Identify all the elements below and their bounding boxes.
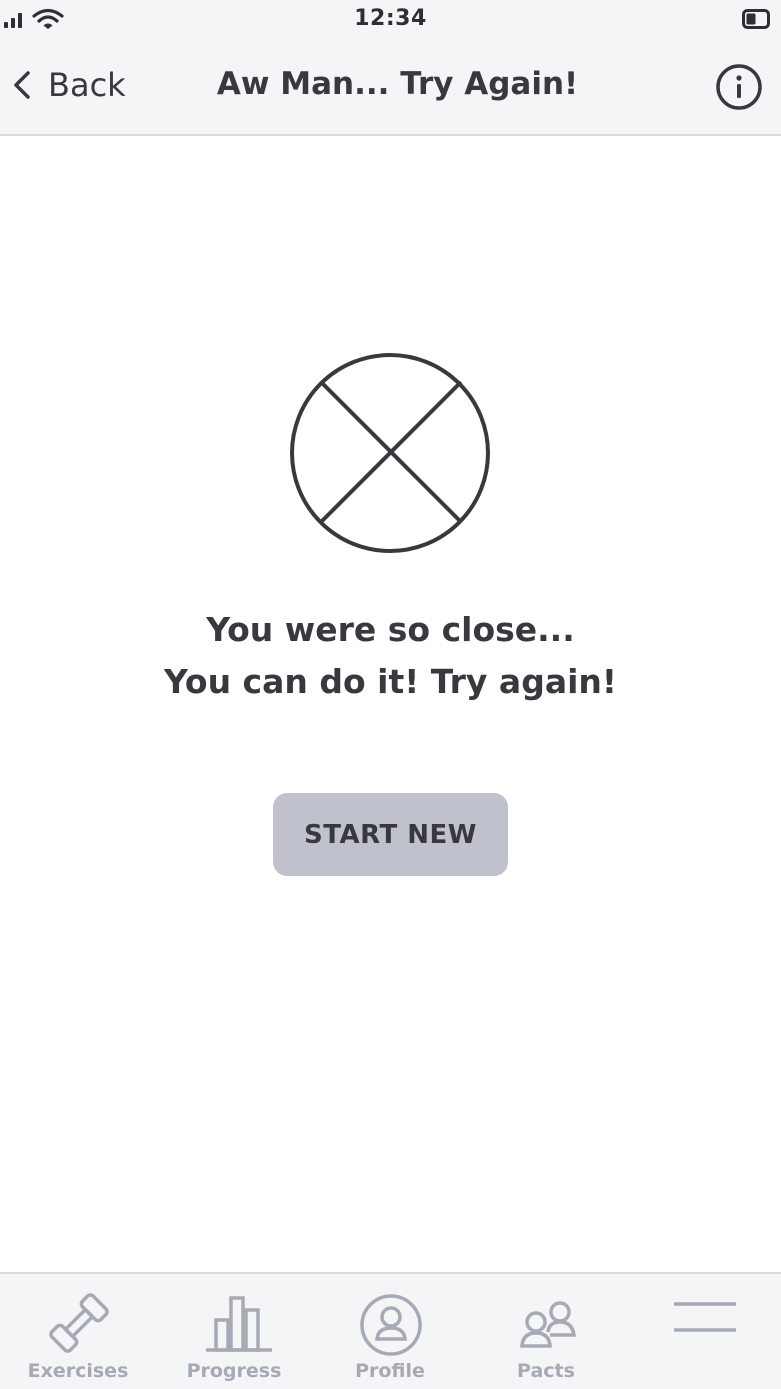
failure-x-circle-icon <box>290 353 490 553</box>
tab-profile[interactable]: Profile <box>312 1274 468 1389</box>
user-circle-icon <box>360 1294 422 1356</box>
tab-exercises[interactable]: Exercises <box>0 1274 156 1389</box>
page-title: Aw Man... Try Again! <box>216 66 579 102</box>
menu-icon <box>674 1302 736 1332</box>
tab-menu[interactable] <box>624 1274 780 1389</box>
header-area: 12:34 Back Aw Man... Try Again! <box>0 0 781 136</box>
info-icon[interactable] <box>715 63 763 111</box>
back-label: Back <box>48 66 126 104</box>
tab-label: Exercises <box>27 1360 129 1382</box>
start-new-button[interactable]: START NEW <box>273 793 508 876</box>
status-bar: 12:34 <box>0 0 781 40</box>
back-button[interactable]: Back <box>12 62 126 108</box>
encouragement-message: You were so close... You can do it! Try … <box>0 604 781 708</box>
tab-bar: Exercises Progress Profile Pacts <box>0 1272 781 1389</box>
bar-chart-icon <box>206 1296 272 1352</box>
message-line-2: You can do it! Try again! <box>164 662 617 701</box>
group-icon <box>520 1301 577 1348</box>
chevron-left-icon <box>14 71 30 99</box>
battery-icon <box>742 9 770 29</box>
tab-progress[interactable]: Progress <box>156 1274 312 1389</box>
navigation-bar: Back Aw Man... Try Again! <box>0 40 781 134</box>
status-time: 12:34 <box>354 6 427 31</box>
tab-pacts[interactable]: Pacts <box>468 1274 624 1389</box>
tab-label: Progress <box>186 1360 282 1382</box>
tab-label: Profile <box>355 1360 425 1382</box>
tab-label: Pacts <box>517 1360 575 1382</box>
dumbbell-icon <box>49 1293 109 1353</box>
message-line-1: You were so close... <box>206 610 575 649</box>
